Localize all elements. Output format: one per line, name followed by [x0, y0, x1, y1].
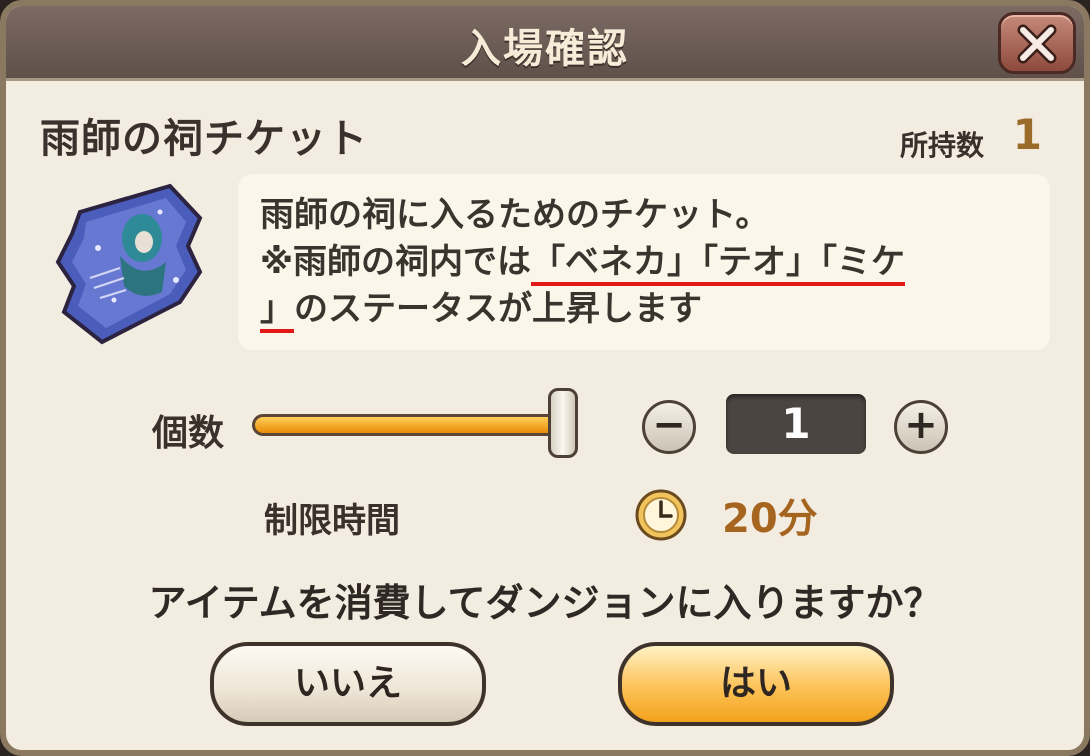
close-button[interactable]: [998, 12, 1076, 74]
description-line-2-prefix: ※雨師の祠内では: [260, 242, 532, 282]
quantity-slider-track[interactable]: [252, 414, 572, 436]
yes-button[interactable]: はい: [618, 642, 894, 726]
time-limit-label: 制限時間: [264, 501, 400, 541]
confirm-question: アイテムを消費してダンジョンに入りますか？: [148, 581, 942, 625]
increase-quantity-button[interactable]: +: [894, 400, 948, 454]
dialog-title: 入場確認: [461, 26, 629, 72]
description-line-2: ※雨師の祠内では「ベネカ」「テオ」「ミケ: [260, 239, 1028, 286]
quantity-slider-handle[interactable]: [548, 388, 578, 458]
owned-count-value: 1: [1012, 110, 1042, 159]
time-limit-value: 20分: [722, 496, 818, 542]
entry-confirm-dialog: 入場確認 雨師の祠チケット 所持数 1 雨師の祠に入るためのチケット。 ※雨師の…: [0, 0, 1090, 756]
ticket-item-icon: [55, 183, 203, 345]
close-x-icon: [1017, 24, 1057, 64]
title-bar: 入場確認: [6, 6, 1084, 81]
character-names-highlight-end: 」: [260, 289, 294, 333]
character-names-highlight: 「ベネカ」「テオ」「ミケ: [531, 242, 906, 286]
item-description-box: 雨師の祠に入るためのチケット。 ※雨師の祠内では「ベネカ」「テオ」「ミケ 」のス…: [238, 174, 1050, 350]
owned-count-label: 所持数: [899, 129, 984, 162]
item-name: 雨師の祠チケット: [40, 116, 368, 162]
description-line-1: 雨師の祠に入るためのチケット。: [260, 195, 770, 235]
decrease-quantity-button[interactable]: −: [642, 400, 696, 454]
no-button[interactable]: いいえ: [210, 642, 486, 726]
quantity-label: 個数: [152, 413, 225, 454]
item-description: 雨師の祠に入るためのチケット。 ※雨師の祠内では「ベネカ」「テオ」「ミケ 」のス…: [260, 192, 1028, 333]
description-line-3-suffix: のステータスが上昇します: [294, 289, 702, 329]
quantity-value: 1: [726, 394, 866, 454]
clock-icon: [635, 489, 687, 541]
description-line-3: 」のステータスが上昇します: [260, 286, 1028, 333]
